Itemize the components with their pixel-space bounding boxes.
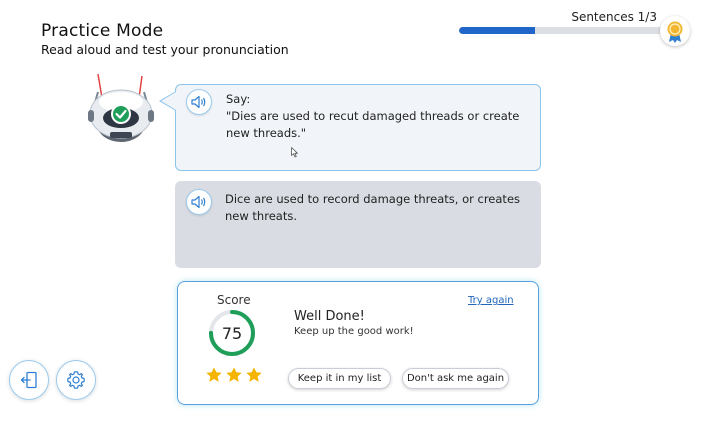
result-headline: Well Done! bbox=[294, 309, 365, 324]
spoken-transcript: Dice are used to record damage threats, … bbox=[225, 192, 521, 223]
robot-mascot-icon bbox=[84, 72, 158, 152]
star-rating bbox=[205, 366, 263, 384]
play-prompt-button[interactable] bbox=[186, 89, 212, 115]
star-icon bbox=[246, 367, 262, 382]
medal-icon bbox=[660, 16, 690, 46]
try-again-link[interactable]: Try again bbox=[468, 295, 514, 306]
gear-icon bbox=[67, 371, 85, 389]
mouse-cursor-icon bbox=[291, 143, 299, 162]
speaker-icon bbox=[191, 195, 206, 209]
star-icon bbox=[206, 367, 222, 382]
prompt-bubble-tail-fill bbox=[161, 92, 176, 110]
result-message: Keep up the good work! bbox=[294, 326, 414, 337]
score-label: Score bbox=[217, 293, 251, 307]
speaker-icon bbox=[191, 95, 206, 109]
dont-ask-again-button[interactable]: Don't ask me again bbox=[402, 368, 509, 389]
settings-button[interactable] bbox=[56, 360, 96, 400]
star-icon bbox=[226, 367, 242, 382]
target-sentence: "Dies are used to recut damaged threads … bbox=[226, 109, 520, 140]
exit-button[interactable] bbox=[9, 360, 49, 400]
play-recording-button[interactable] bbox=[186, 189, 212, 215]
score-value: 75 bbox=[221, 323, 243, 343]
exit-icon bbox=[20, 371, 37, 389]
page-title: Practice Mode bbox=[41, 21, 164, 41]
sentence-progress-label: Sentences 1/3 bbox=[571, 10, 657, 24]
keep-in-list-button[interactable]: Keep it in my list bbox=[288, 368, 391, 389]
sentence-progress-fill bbox=[459, 27, 536, 34]
page-subtitle: Read aloud and test your pronunciation bbox=[41, 42, 289, 57]
say-label: Say: bbox=[226, 92, 251, 106]
sentence-progress-bar bbox=[459, 27, 671, 34]
